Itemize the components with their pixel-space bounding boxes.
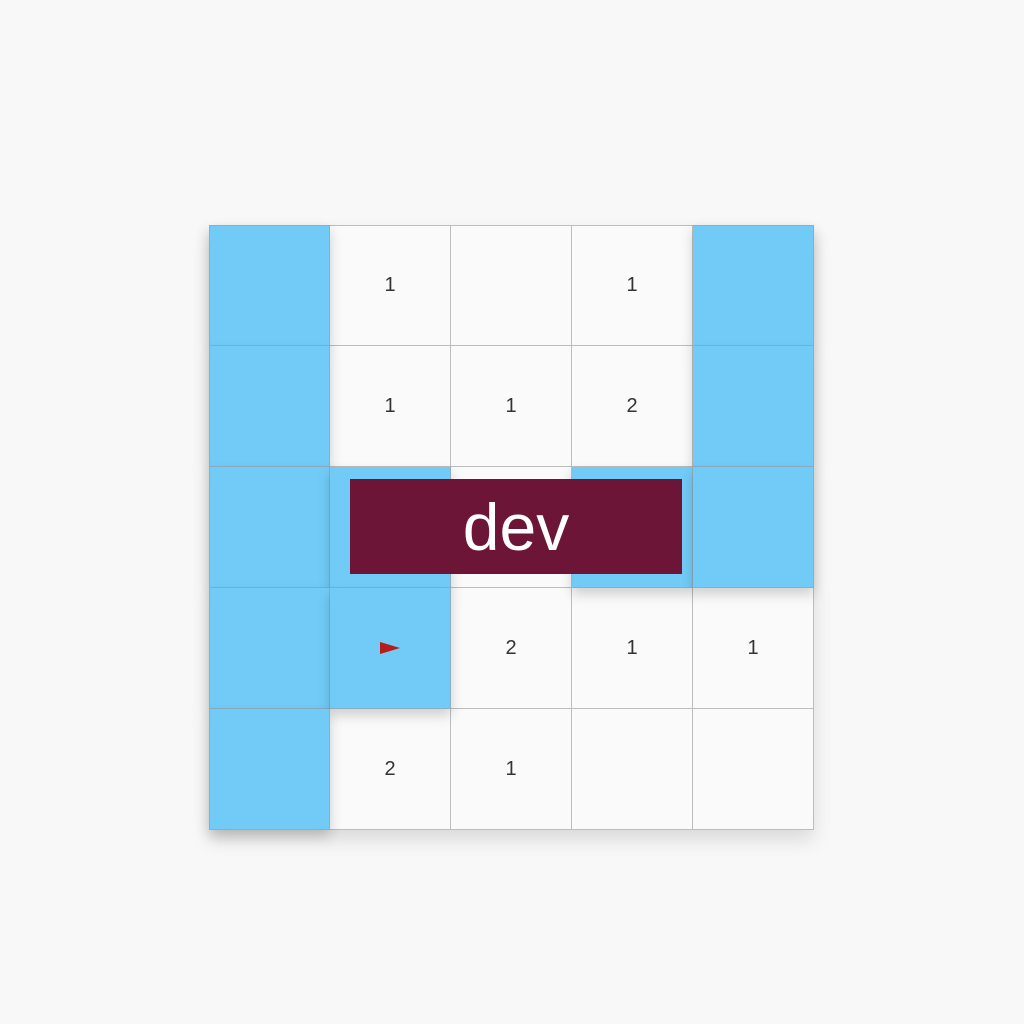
board-cell-r1-c0[interactable] <box>209 346 330 467</box>
board-cell-r0-c0[interactable] <box>209 225 330 346</box>
board-cell-r1-c4[interactable] <box>693 346 814 467</box>
board-cell-r4-c3[interactable] <box>572 709 693 830</box>
cell-number: 1 <box>505 757 517 780</box>
board-cell-r1-c2[interactable]: 1 <box>451 346 572 467</box>
board-cell-r4-c2[interactable]: 1 <box>451 709 572 830</box>
board-cell-r3-c0[interactable] <box>209 588 330 709</box>
cell-number: 1 <box>384 274 396 296</box>
board-cell-r1-c3[interactable]: 2 <box>572 346 693 467</box>
board-cell-r3-c2[interactable]: 2 <box>451 588 572 709</box>
cell-number: 1 <box>747 636 759 659</box>
cell-number: 1 <box>626 274 638 296</box>
cell-number: 2 <box>626 394 638 417</box>
board-cell-r1-c1[interactable]: 1 <box>330 346 451 467</box>
board-cell-r3-c3[interactable]: 1 <box>572 588 693 709</box>
cell-number: 2 <box>505 636 517 659</box>
cell-number: 1 <box>384 394 396 417</box>
dev-banner: dev <box>350 479 682 574</box>
board-cell-r0-c1[interactable]: 1 <box>330 225 451 346</box>
board-cell-r4-c1[interactable]: 2 <box>330 709 451 830</box>
board-cell-r0-c3[interactable]: 1 <box>572 225 693 346</box>
board-cell-r3-c1[interactable] <box>330 588 451 709</box>
board-cell-r2-c4[interactable] <box>693 467 814 588</box>
board-cell-r0-c4[interactable] <box>693 225 814 346</box>
board-cell-r0-c2[interactable] <box>451 225 572 346</box>
flag-icon <box>380 642 400 654</box>
board-cell-r3-c4[interactable]: 1 <box>693 588 814 709</box>
cell-number: 1 <box>626 636 638 659</box>
board-cell-r4-c0[interactable] <box>209 709 330 830</box>
board-cell-r4-c4[interactable] <box>693 709 814 830</box>
cell-number: 1 <box>505 394 517 417</box>
board-cell-r2-c0[interactable] <box>209 467 330 588</box>
cell-number: 2 <box>384 757 396 780</box>
